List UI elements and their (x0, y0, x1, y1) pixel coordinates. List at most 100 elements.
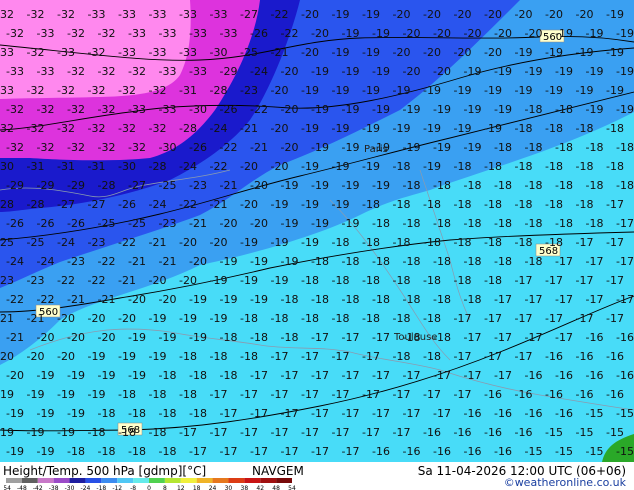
temperature-value: -18 (423, 274, 441, 287)
temperature-value: -19 (372, 179, 390, 192)
temperature-value: -28 (149, 160, 167, 173)
temperature-value: -19 (98, 369, 116, 382)
temperature-value: -20 (525, 27, 543, 40)
temperature-value: -15 (576, 426, 594, 439)
temperature-value: -33 (149, 8, 167, 21)
temperature-value: -18 (433, 255, 451, 268)
temperature-value: -19 (342, 27, 360, 40)
temperature-value: -19 (372, 65, 390, 78)
temperature-value: -32 (0, 8, 14, 21)
temperature-value: -18 (220, 369, 238, 382)
temperature-value: -16 (586, 331, 604, 344)
temperature-value: -19 (149, 350, 167, 363)
temperature-value: -19 (159, 331, 177, 344)
temperature-value: -20 (6, 369, 24, 382)
temperature-value: -19 (494, 65, 512, 78)
temperature-value: -33 (0, 46, 14, 59)
temperature-value: -17 (189, 445, 207, 458)
temperature-value: -17 (301, 426, 319, 439)
temperature-value: -19 (250, 255, 268, 268)
temperature-value: -27 (240, 8, 258, 21)
temperature-value: -19 (433, 141, 451, 154)
temperature-value: -19 (555, 65, 573, 78)
temperature-value: -17 (454, 312, 472, 325)
credit-link[interactable]: ©weatheronline.co.uk (504, 476, 626, 489)
temperature-value: -19 (545, 84, 563, 97)
temperature-value: -26 (37, 217, 55, 230)
legend-swatch (6, 478, 22, 483)
temperature-value: -22 (37, 293, 55, 306)
temperature-value: -16 (545, 350, 563, 363)
temperature-value: -15 (616, 445, 634, 458)
temperature-value: -32 (37, 141, 55, 154)
temperature-value: -19 (433, 103, 451, 116)
temperature-value: -33 (6, 65, 24, 78)
temperature-value: -17 (545, 312, 563, 325)
temperature-value: -33 (210, 8, 228, 21)
temperature-value: -17 (240, 426, 258, 439)
temperature-value: -19 (6, 445, 24, 458)
temperature-value: -18 (372, 255, 390, 268)
temperature-value: -21 (220, 179, 238, 192)
temperature-value: -17 (342, 407, 360, 420)
temperature-value: -17 (515, 312, 533, 325)
legend-tick-label: 8 (163, 485, 167, 490)
temperature-value: -19 (311, 141, 329, 154)
temperature-value: -18 (189, 407, 207, 420)
temperature-value: -18 (616, 179, 634, 192)
map-title: Height/Temp. 500 hPa [gdmp][°C] (3, 464, 207, 478)
temperature-value: -17 (332, 350, 350, 363)
temperature-value: -33 (57, 46, 75, 59)
legend-swatch (101, 478, 118, 483)
temperature-value: -16 (606, 388, 624, 401)
temperature-value: -33 (37, 27, 55, 40)
temperature-value: -19 (393, 84, 411, 97)
temperature-value: -20 (250, 217, 268, 230)
temperature-value: -19 (362, 8, 380, 21)
temperature-value: -19 (586, 65, 604, 78)
temperature-value: -22 (210, 160, 228, 173)
temperature-value: -19 (301, 198, 319, 211)
temperature-value: -18 (149, 388, 167, 401)
temperature-value: -30 (210, 46, 228, 59)
temperature-value: -17 (616, 293, 634, 306)
temperature-value: -32 (149, 84, 167, 97)
temperature-value: -19 (342, 141, 360, 154)
legend-tick-label: -42 (33, 485, 43, 490)
temperature-value: -19 (57, 388, 75, 401)
temperature-value: -18 (179, 388, 197, 401)
temperature-value: -17 (454, 350, 472, 363)
temperature-value: -19 (57, 426, 75, 439)
temperature-value: -18 (118, 426, 136, 439)
temperature-value: -29 (220, 65, 238, 78)
temperature-value: -19 (362, 84, 380, 97)
temperature-value: -21 (271, 46, 289, 59)
temperature-value: -17 (271, 350, 289, 363)
temperature-value: -19 (332, 84, 350, 97)
temperature-value: -18 (555, 179, 573, 192)
temperature-value: -25 (98, 217, 116, 230)
temperature-value: -16 (576, 350, 594, 363)
temperature-value: -20 (189, 255, 207, 268)
temperature-value: -19 (586, 27, 604, 40)
temperature-value: -19 (311, 217, 329, 230)
temperature-value: -18 (362, 312, 380, 325)
temperature-value: -19 (555, 27, 573, 40)
temperature-value: -31 (88, 160, 106, 173)
temperature-value: -21 (159, 255, 177, 268)
temperature-value: -16 (616, 369, 634, 382)
temperature-value: -26 (67, 217, 85, 230)
temperature-value: -20 (220, 217, 238, 230)
temperature-value: -20 (393, 46, 411, 59)
temperature-value: -22 (57, 274, 75, 287)
temperature-value: -17 (220, 407, 238, 420)
temperature-value: -16 (464, 445, 482, 458)
legend-tick-label: 0 (147, 485, 151, 490)
temperature-value: -22 (179, 198, 197, 211)
temperature-value: -18 (484, 198, 502, 211)
temperature-value: -19 (403, 103, 421, 116)
temperature-value: -19 (220, 255, 238, 268)
temperature-value: -17 (342, 445, 360, 458)
temperature-value: -20 (37, 331, 55, 344)
temperature-value: -19 (37, 407, 55, 420)
